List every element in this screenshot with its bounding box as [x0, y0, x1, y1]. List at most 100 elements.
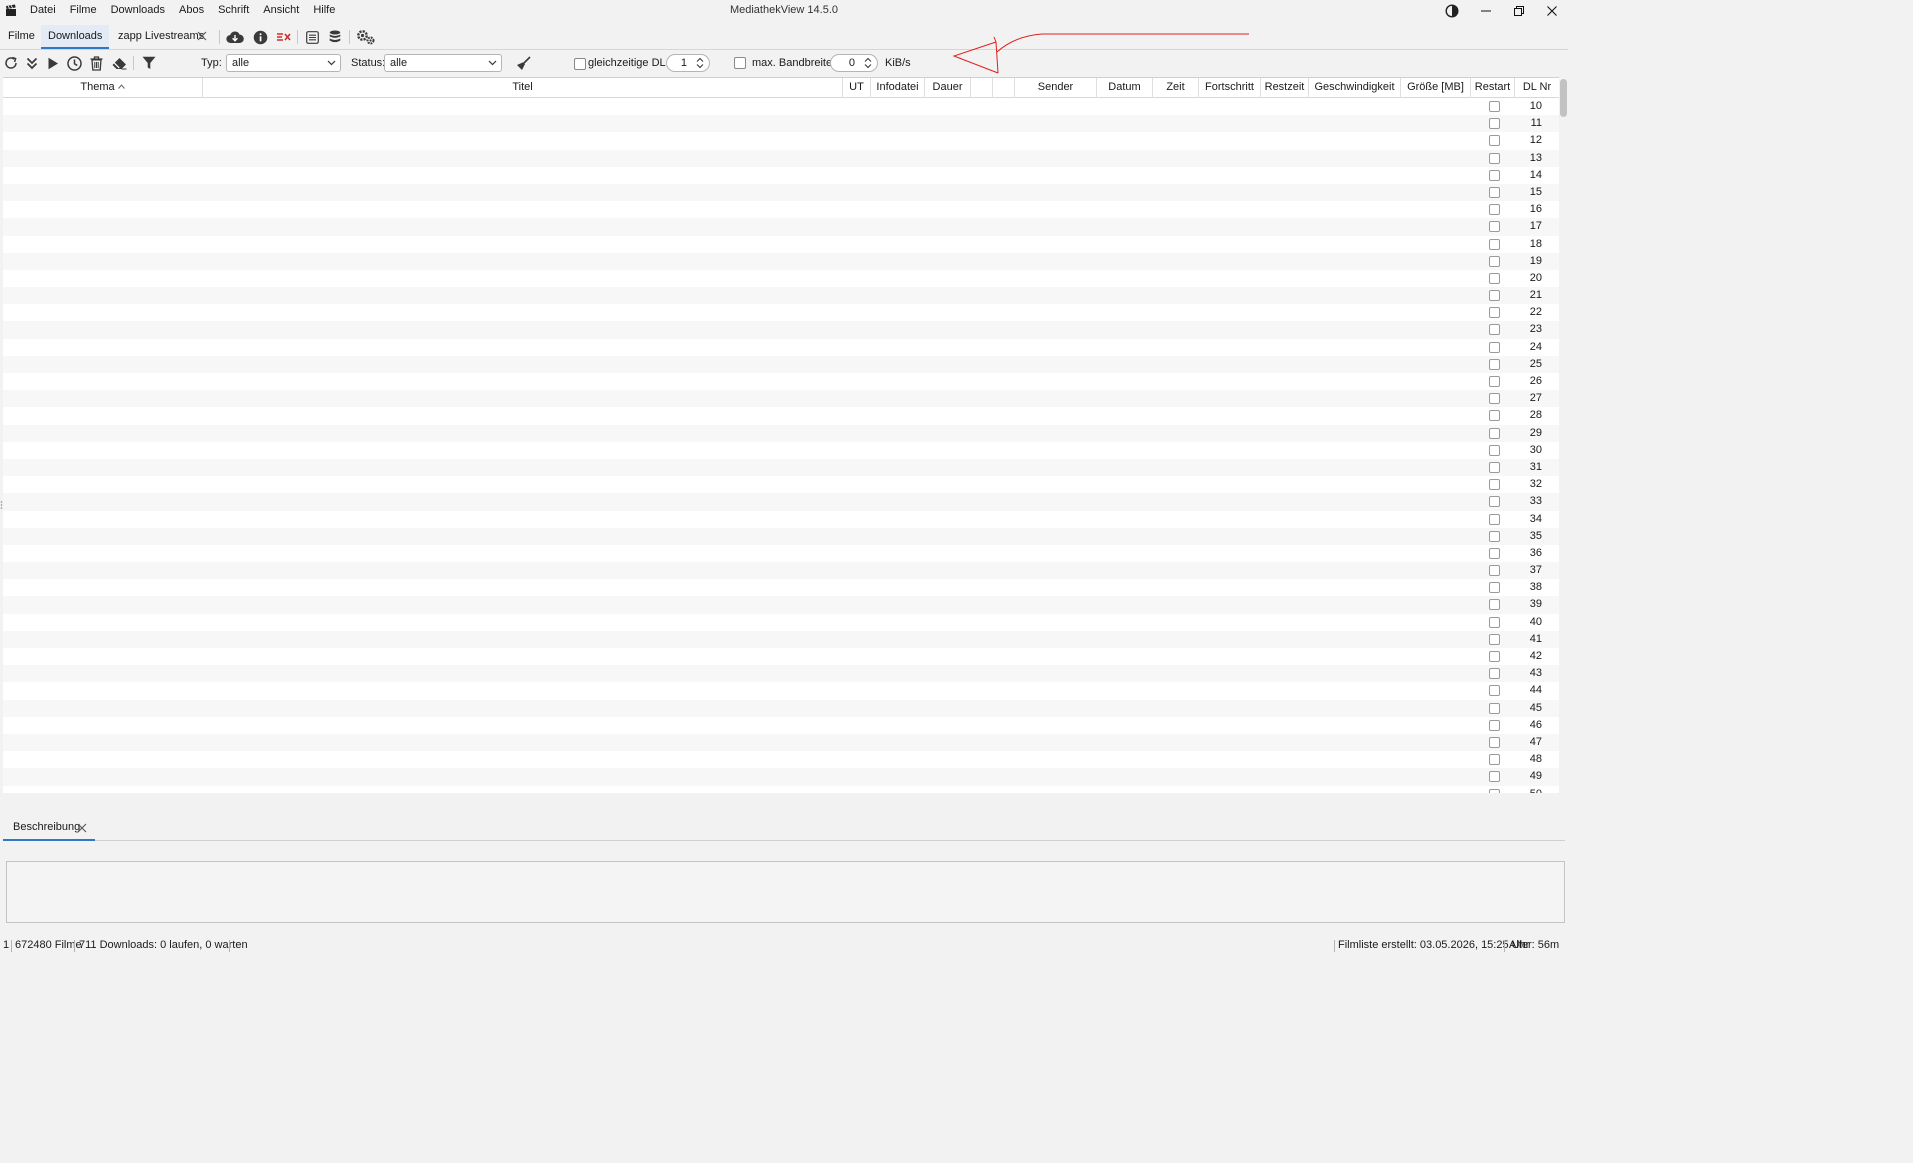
- table-row[interactable]: 32: [3, 476, 1559, 493]
- restart-checkbox[interactable]: [1489, 186, 1500, 198]
- menu-hilfe[interactable]: Hilfe: [306, 0, 342, 22]
- clean-up-button[interactable]: [110, 54, 128, 72]
- table-row[interactable]: 30: [3, 442, 1559, 459]
- start-button[interactable]: [44, 54, 62, 72]
- table-row[interactable]: 38: [3, 579, 1559, 596]
- close-window-button[interactable]: [1535, 0, 1568, 22]
- restart-checkbox[interactable]: [1489, 771, 1500, 783]
- restart-checkbox[interactable]: [1489, 358, 1500, 370]
- restart-checkbox[interactable]: [1489, 307, 1500, 319]
- restart-checkbox[interactable]: [1489, 324, 1500, 336]
- download-all-button[interactable]: [23, 54, 41, 72]
- description-text-area[interactable]: [6, 861, 1565, 923]
- table-row[interactable]: 33: [3, 493, 1559, 511]
- close-tab-icon[interactable]: [77, 823, 87, 833]
- typ-select[interactable]: alle: [226, 54, 341, 72]
- column-header-thema[interactable]: Thema: [3, 78, 203, 98]
- table-row[interactable]: 46: [3, 717, 1559, 734]
- status-select[interactable]: alle: [384, 54, 502, 72]
- restart-checkbox[interactable]: [1489, 255, 1500, 267]
- column-header-infodatei[interactable]: Infodatei: [871, 78, 925, 98]
- table-row[interactable]: 15: [3, 183, 1559, 202]
- table-row[interactable]: 37: [3, 562, 1559, 580]
- filter-button[interactable]: [140, 54, 158, 72]
- restart-checkbox[interactable]: [1489, 410, 1500, 422]
- parallel-downloads-checkbox[interactable]: [574, 58, 586, 70]
- menu-filme[interactable]: Filme: [63, 0, 104, 22]
- restart-checkbox[interactable]: [1489, 169, 1500, 181]
- table-row[interactable]: 11: [3, 115, 1559, 133]
- delete-filter-button[interactable]: [274, 28, 292, 46]
- table-row[interactable]: 19: [3, 252, 1559, 270]
- table-row[interactable]: 13: [3, 149, 1559, 167]
- tab-beschreibung[interactable]: Beschreibung: [3, 817, 95, 841]
- dark-mode-toggle[interactable]: [1443, 3, 1461, 19]
- restart-checkbox[interactable]: [1489, 530, 1500, 542]
- table-row[interactable]: 14: [3, 167, 1559, 184]
- restart-checkbox[interactable]: [1489, 668, 1500, 680]
- restart-checkbox[interactable]: [1489, 702, 1500, 714]
- column-header-blank-1[interactable]: [971, 78, 993, 98]
- parallel-downloads-spinner[interactable]: 1: [666, 54, 710, 72]
- column-header-datum[interactable]: Datum: [1097, 78, 1153, 98]
- restart-checkbox[interactable]: [1489, 565, 1500, 577]
- restart-checkbox[interactable]: [1489, 582, 1500, 594]
- column-header-ut[interactable]: UT: [843, 78, 871, 98]
- table-row[interactable]: 36: [3, 545, 1559, 562]
- table-row[interactable]: 10: [3, 98, 1559, 115]
- table-row[interactable]: 20: [3, 270, 1559, 287]
- restart-checkbox[interactable]: [1489, 736, 1500, 748]
- restart-checkbox[interactable]: [1489, 427, 1500, 439]
- scrollbar-thumb[interactable]: [1560, 79, 1567, 117]
- table-row[interactable]: 48: [3, 751, 1559, 768]
- table-row[interactable]: 29: [3, 424, 1559, 442]
- table-row[interactable]: 39: [3, 596, 1559, 614]
- restart-checkbox[interactable]: [1489, 341, 1500, 353]
- table-row[interactable]: 25: [3, 355, 1559, 373]
- max-bandwidth-spinner[interactable]: 0: [830, 54, 878, 72]
- table-row[interactable]: 17: [3, 218, 1559, 236]
- restart-checkbox[interactable]: [1489, 118, 1500, 130]
- splitter-grip-icon[interactable]: [0, 500, 3, 510]
- restart-checkbox[interactable]: [1489, 221, 1500, 233]
- download-film-button[interactable]: [226, 28, 244, 46]
- restart-checkbox[interactable]: [1489, 633, 1500, 645]
- tab-zapp-livestreams[interactable]: zapp Livestreams: [111, 25, 212, 49]
- restart-checkbox[interactable]: [1489, 290, 1500, 302]
- restart-checkbox[interactable]: [1489, 238, 1500, 250]
- menu-abos[interactable]: Abos: [172, 0, 211, 22]
- restart-checkbox[interactable]: [1489, 204, 1500, 216]
- table-row[interactable]: 49: [3, 768, 1559, 786]
- restart-checkbox[interactable]: [1489, 272, 1500, 284]
- delete-download-button[interactable]: [87, 54, 105, 72]
- table-row[interactable]: 34: [3, 511, 1559, 528]
- table-row[interactable]: 31: [3, 458, 1559, 477]
- table-row[interactable]: 47: [3, 733, 1559, 752]
- refresh-button[interactable]: [2, 54, 20, 72]
- max-bandwidth-checkbox[interactable]: [734, 57, 746, 69]
- restart-checkbox[interactable]: [1489, 685, 1500, 697]
- restart-checkbox[interactable]: [1489, 616, 1500, 628]
- restart-checkbox[interactable]: [1489, 135, 1500, 147]
- restart-checkbox[interactable]: [1489, 101, 1500, 112]
- restart-checkbox[interactable]: [1489, 599, 1500, 611]
- table-row[interactable]: 18: [3, 236, 1559, 253]
- table-row[interactable]: 16: [3, 201, 1559, 218]
- reset-filter-button[interactable]: [514, 54, 532, 72]
- table-row[interactable]: 22: [3, 304, 1559, 321]
- table-row[interactable]: 27: [3, 390, 1559, 408]
- menu-downloads[interactable]: Downloads: [104, 0, 172, 22]
- info-button[interactable]: [251, 28, 269, 46]
- menu-schrift[interactable]: Schrift: [211, 0, 256, 22]
- column-header-zeit[interactable]: Zeit: [1153, 78, 1199, 98]
- tab-downloads[interactable]: Downloads: [41, 25, 109, 49]
- close-tab-icon[interactable]: [197, 31, 207, 41]
- table-row[interactable]: 44: [3, 682, 1559, 699]
- restart-checkbox[interactable]: [1489, 393, 1500, 405]
- column-header-sender[interactable]: Sender: [1015, 78, 1097, 98]
- menu-datei[interactable]: Datei: [23, 0, 63, 22]
- table-row[interactable]: 35: [3, 527, 1559, 545]
- restore-button[interactable]: [1502, 0, 1535, 22]
- menu-ansicht[interactable]: Ansicht: [256, 0, 306, 22]
- restart-checkbox[interactable]: [1489, 547, 1500, 559]
